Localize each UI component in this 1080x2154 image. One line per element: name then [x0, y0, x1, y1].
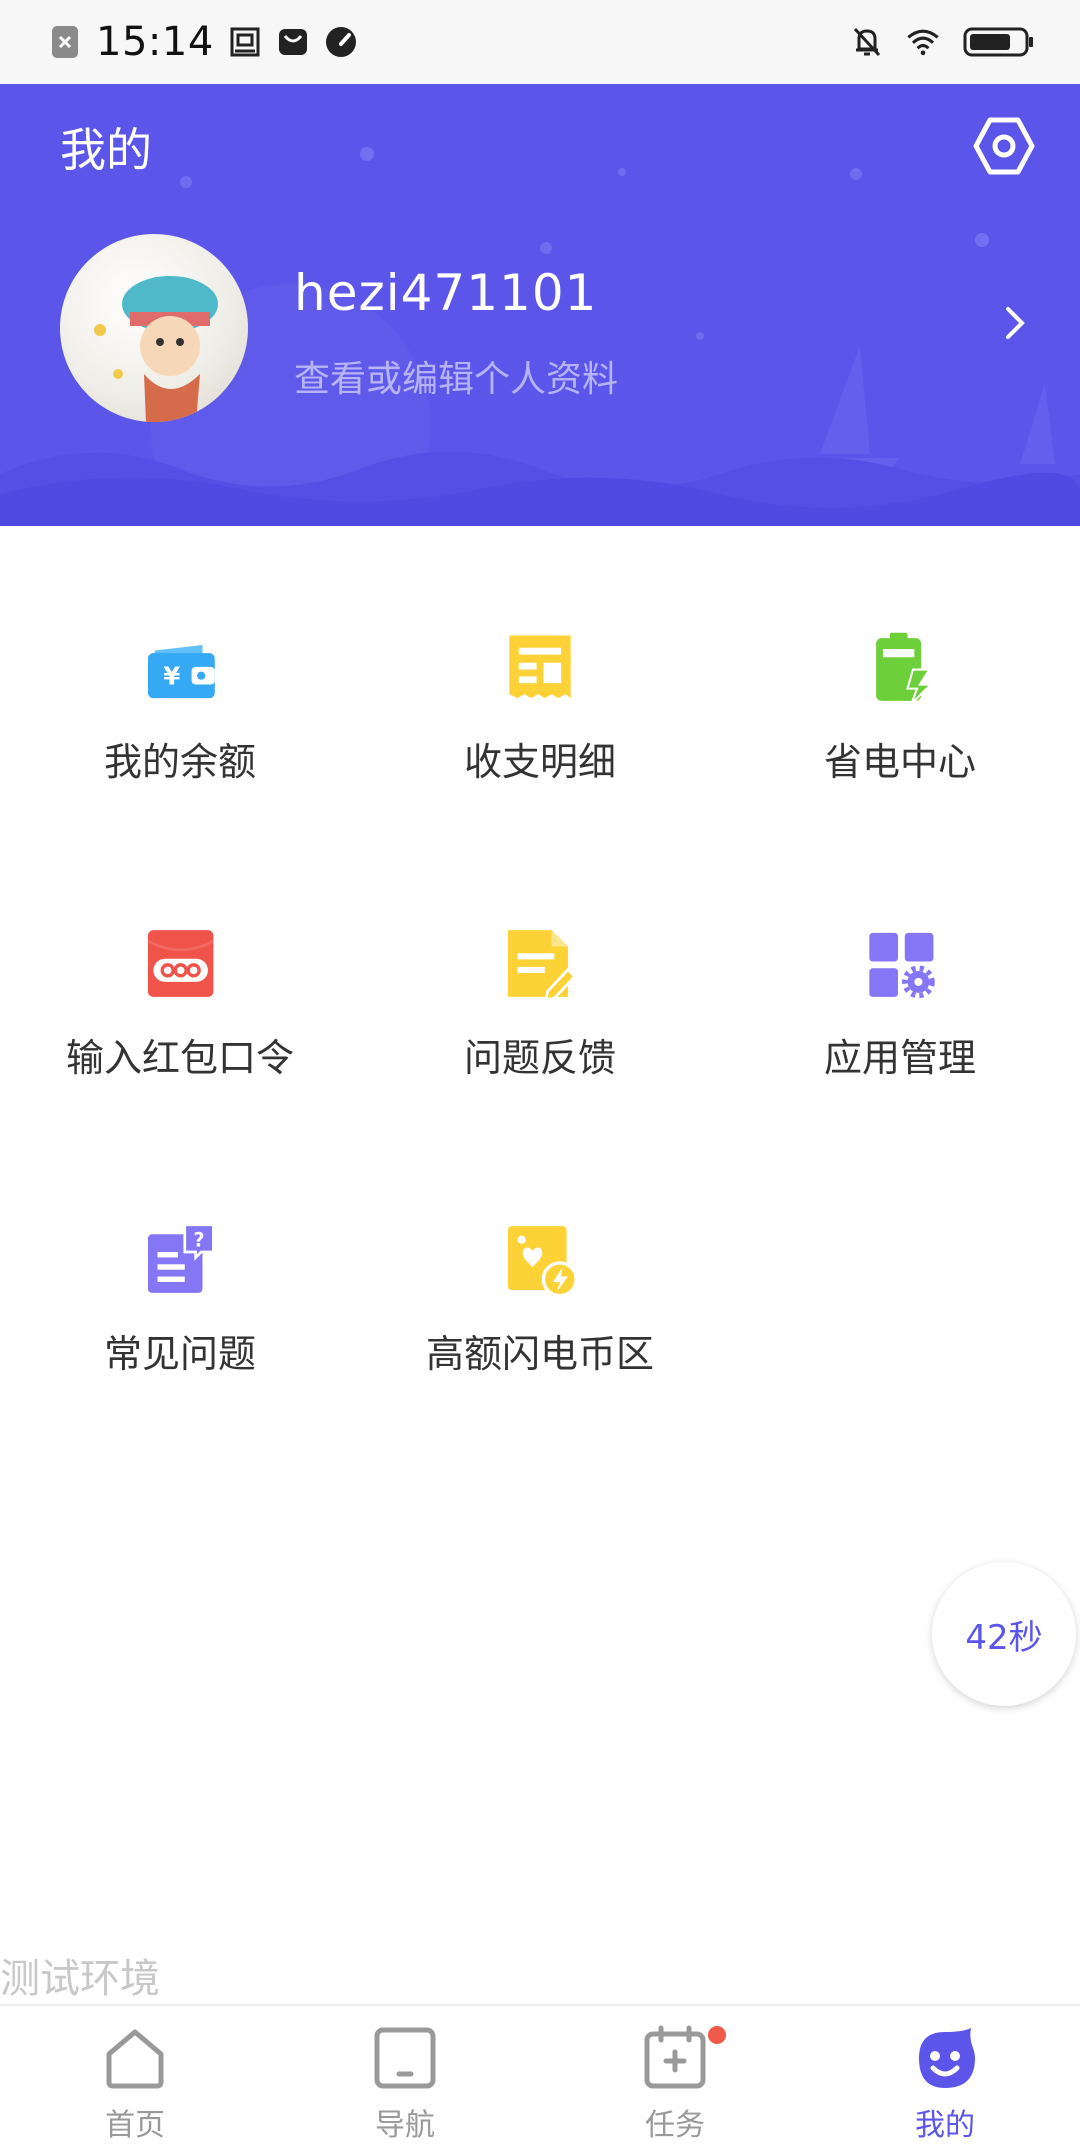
tile-income-expense[interactable]: 收支明细 — [360, 526, 720, 786]
app-close-icon — [48, 25, 82, 59]
screenshot-icon — [228, 25, 262, 59]
avatar[interactable] — [60, 234, 248, 422]
wifi-icon — [906, 25, 940, 59]
bottom-navigation: 首页 导航 任务 我的 — [0, 2004, 1080, 2154]
environment-label: 测试环境 — [0, 1956, 160, 2002]
profile-header: 我的 hezi471101 查看或编辑个人资料 — [0, 84, 1080, 526]
status-bar: 15:14 — [0, 0, 1080, 84]
tile-label: 我的余额 — [103, 740, 256, 784]
chevron-right-icon — [1006, 307, 1025, 339]
tablet-icon — [374, 2027, 436, 2089]
wallet-icon: ¥ — [147, 645, 215, 699]
home-icon — [106, 2029, 164, 2089]
feedback-doc-icon — [507, 930, 577, 1001]
red-envelope-icon — [147, 930, 215, 997]
countdown-timer[interactable]: 42秒 — [932, 1562, 1076, 1706]
profile-chevron-button[interactable] — [996, 298, 1036, 348]
settings-button[interactable] — [968, 110, 1040, 182]
tile-my-balance[interactable]: ¥ 我的余额 — [0, 526, 360, 786]
edit-profile-hint[interactable]: 查看或编辑个人资料 — [294, 350, 618, 402]
app-grid-gear-icon — [869, 932, 935, 999]
nav-label: 我的 — [915, 2108, 975, 2143]
battery-bolt-icon — [876, 632, 934, 705]
photo-bolt-icon — [507, 1226, 578, 1297]
receipt-icon — [509, 635, 571, 699]
status-left: 15:14 — [48, 19, 358, 65]
tile-label: 常见问题 — [103, 1332, 256, 1376]
tile-faq[interactable]: ? 常见问题 — [0, 1118, 360, 1378]
tile-label: 问题反馈 — [463, 1036, 616, 1080]
tile-label: 输入红包口令 — [65, 1036, 294, 1080]
battery-icon — [962, 25, 1036, 59]
nav-label: 首页 — [105, 2108, 165, 2143]
nav-label: 导航 — [375, 2108, 435, 2143]
nav-navigation[interactable]: 导航 — [270, 2006, 540, 2154]
smiley-icon — [919, 2028, 975, 2088]
tile-red-envelope-code[interactable]: 输入红包口令 — [0, 822, 360, 1082]
calendar-plus-icon — [644, 2025, 706, 2089]
tile-label: 收支明细 — [463, 740, 616, 784]
tile-feedback[interactable]: 问题反馈 — [360, 822, 720, 1082]
faq-doc-icon: ? — [147, 1223, 215, 1293]
svg-text:¥: ¥ — [163, 662, 180, 691]
avatar-cartoon-image — [94, 276, 218, 422]
tile-label: 高额闪电币区 — [425, 1332, 654, 1376]
svg-text:?: ? — [194, 1229, 205, 1252]
tile-power-saving[interactable]: 省电中心 — [720, 526, 1080, 786]
speedometer-icon — [324, 25, 358, 59]
tile-app-management[interactable]: 应用管理 — [720, 822, 1080, 1082]
mail-icon — [276, 25, 310, 59]
notification-dot — [708, 2026, 726, 2044]
tile-label: 省电中心 — [823, 740, 976, 784]
nav-label: 任务 — [645, 2108, 705, 2143]
nav-home[interactable]: 首页 — [0, 2006, 270, 2154]
settings-hexagon-icon — [973, 117, 1035, 175]
tile-label: 应用管理 — [823, 1036, 976, 1080]
mute-bell-icon — [850, 25, 884, 59]
nav-mine[interactable]: 我的 — [810, 2006, 1080, 2154]
tile-lightning-coins[interactable]: 高额闪电币区 — [360, 1118, 720, 1378]
username[interactable]: hezi471101 — [294, 264, 597, 322]
status-right — [850, 25, 1036, 59]
page-title: 我的 — [60, 123, 152, 177]
status-time: 15:14 — [96, 19, 214, 65]
nav-tasks[interactable]: 任务 — [540, 2006, 810, 2154]
